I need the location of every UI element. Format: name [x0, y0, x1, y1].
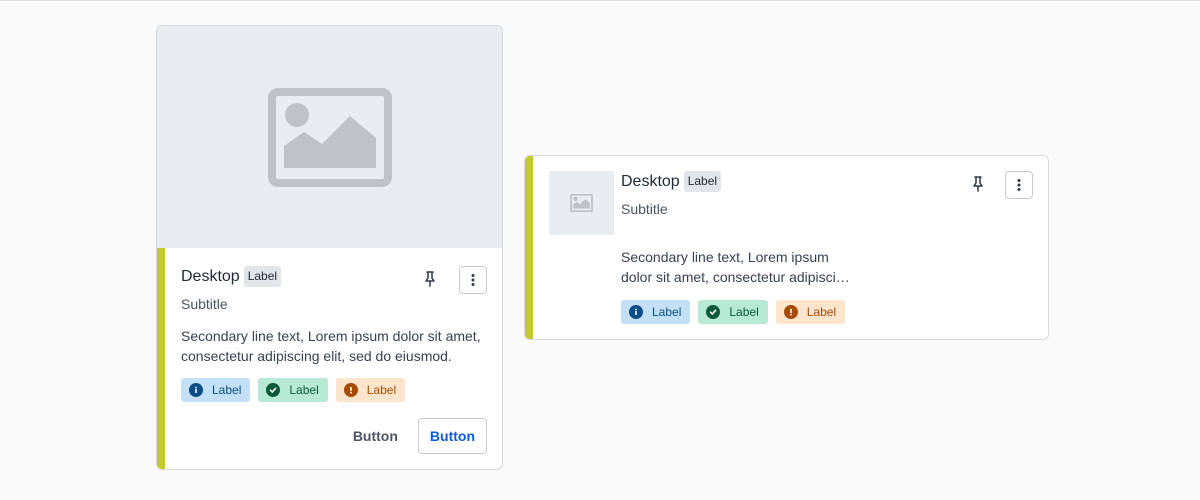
tag-group: Label Label Label — [621, 300, 846, 324]
pin-icon[interactable] — [423, 271, 437, 287]
card-title: Desktop — [621, 172, 680, 190]
tag-label: Label — [652, 305, 682, 319]
secondary-button[interactable]: Button — [353, 420, 398, 452]
image-placeholder-icon — [267, 87, 392, 187]
tag-label: Label — [729, 305, 759, 319]
accent-bar — [525, 156, 533, 339]
accent-bar — [157, 248, 165, 469]
secondary-line-2: dolor sit amet, consectetur adipiscing e… — [621, 269, 857, 285]
card-subtitle: Subtitle — [621, 201, 668, 217]
card-thumbnail — [549, 171, 614, 235]
card-actions: Button Button — [353, 418, 487, 454]
title-chip: Label — [683, 171, 722, 192]
card-subtitle: Subtitle — [181, 296, 228, 312]
tag-success: Label — [258, 378, 328, 402]
tag-label: Label — [212, 383, 242, 397]
card-header: Desktop Label — [621, 171, 722, 192]
tag-label: Label — [366, 383, 397, 397]
vertical-card[interactable]: Desktop Label Subtitle Secondary line te… — [156, 25, 503, 470]
pin-icon[interactable] — [971, 176, 985, 192]
tag-warning: Label — [775, 300, 846, 324]
secondary-text: Secondary line text, Lorem ipsum dolor s… — [181, 328, 481, 364]
exclamation-icon — [783, 305, 798, 319]
info-icon — [189, 383, 203, 397]
more-vertical-icon — [1017, 179, 1021, 191]
secondary-line-1: Secondary line text, Lorem ipsum — [621, 249, 829, 265]
card-media — [157, 26, 502, 248]
image-placeholder-icon — [570, 194, 593, 212]
top-divider — [0, 0, 1200, 1]
tag-warning: Label — [335, 378, 406, 402]
title-chip: Label — [243, 266, 282, 287]
tag-label: Label — [806, 305, 837, 319]
primary-button[interactable]: Button — [417, 418, 487, 454]
tag-info: Label — [621, 300, 691, 324]
check-icon — [266, 383, 281, 397]
secondary-text: Secondary line text, Lorem ipsum dolor s… — [621, 247, 857, 287]
tag-group: Label Label Label — [181, 378, 406, 402]
card-title: Desktop — [181, 267, 240, 285]
more-options-button[interactable] — [1005, 171, 1033, 199]
more-options-button[interactable] — [459, 266, 487, 294]
exclamation-icon — [343, 383, 358, 397]
horizontal-card[interactable]: Desktop Label Subtitle Secondary line te… — [524, 155, 1049, 340]
tag-success: Label — [698, 300, 768, 324]
tag-info: Label — [181, 378, 251, 402]
tag-label: Label — [289, 383, 319, 397]
more-vertical-icon — [471, 274, 475, 286]
check-icon — [706, 305, 721, 319]
card-header: Desktop Label — [181, 266, 282, 287]
info-icon — [629, 305, 643, 319]
